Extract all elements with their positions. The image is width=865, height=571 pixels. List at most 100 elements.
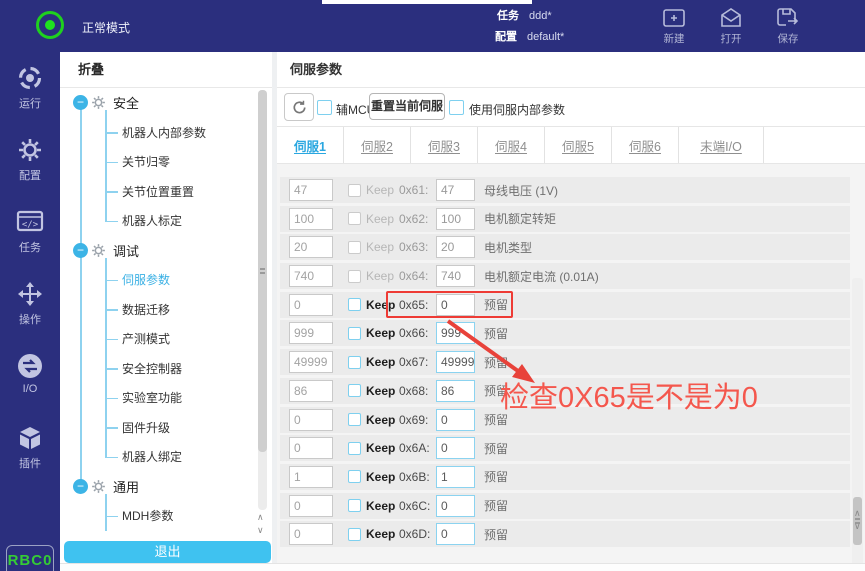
keep-checkbox[interactable]	[348, 356, 361, 369]
tree-item[interactable]: − 机器人内部参数	[60, 118, 272, 148]
tree-scroll-up-icon[interactable]: ∧	[257, 512, 264, 522]
param-edit-input[interactable]: 0	[289, 409, 333, 431]
tree-item[interactable]: − 通用	[60, 472, 272, 502]
keep-checkbox[interactable]	[348, 499, 361, 512]
open-button-label: 打开	[709, 31, 753, 46]
tree-item-label: 伺服参数	[122, 271, 170, 288]
servo-tab[interactable]: 伺服4	[478, 127, 545, 163]
new-button[interactable]: 新建	[652, 6, 696, 46]
param-edit-input[interactable]: 740	[289, 265, 333, 287]
tree-item[interactable]: − 数据迁移	[60, 295, 272, 325]
param-edit-input[interactable]: 0	[289, 495, 333, 517]
use-internal-params-checkbox[interactable]	[449, 100, 464, 115]
param-current-value-input[interactable]: 0	[436, 409, 475, 431]
param-row: 740 Keep 0x64: 740 电机额定电流 (0.01A)	[280, 263, 850, 289]
tree-item[interactable]: − 关节归零	[60, 147, 272, 177]
param-edit-input[interactable]: 0	[289, 437, 333, 459]
tree-item[interactable]: − 关节位置重置	[60, 177, 272, 207]
tree-item[interactable]: − 安全控制器	[60, 354, 272, 384]
sidebar-item-task[interactable]: </> 任务	[0, 209, 60, 251]
servo-tab-label: 伺服5	[562, 136, 594, 155]
keep-checkbox[interactable]	[348, 442, 361, 455]
param-current-value-input[interactable]: 0	[436, 523, 475, 545]
param-edit-input[interactable]: 20	[289, 236, 333, 258]
sidebar-item-config[interactable]: 配置	[0, 137, 60, 179]
servo-tab-label: 伺服4	[495, 136, 527, 155]
param-edit-input[interactable]: 999	[289, 322, 333, 344]
reset-current-servo-button[interactable]: 重置当前伺服	[369, 93, 445, 120]
collapse-minus-icon[interactable]: −	[73, 243, 88, 258]
tree-item[interactable]: − 固件升级	[60, 413, 272, 443]
tree-list: − 安全 −	[60, 88, 272, 531]
param-edit-input[interactable]: 49999	[289, 351, 333, 373]
keep-checkbox[interactable]	[348, 528, 361, 541]
collapse-minus-icon[interactable]: −	[73, 479, 88, 494]
tree-scrollbar-thumb[interactable]	[258, 90, 267, 452]
keep-checkbox[interactable]	[348, 270, 361, 283]
sidebar-item-label: 插件	[0, 455, 60, 471]
param-description: 预留	[484, 526, 508, 543]
servo-tab[interactable]: 伺服1	[277, 127, 344, 163]
keep-checkbox[interactable]	[348, 470, 361, 483]
param-current-value-input[interactable]: 740	[436, 265, 475, 287]
tree-header-collapse[interactable]: 折叠	[60, 52, 272, 88]
open-button[interactable]: 打开	[709, 6, 753, 46]
keep-checkbox[interactable]	[348, 212, 361, 225]
tree-item[interactable]: − MDH参数	[60, 501, 272, 531]
register-address-label: 0x62:	[399, 212, 436, 226]
tree-item[interactable]: − 机器人绑定	[60, 442, 272, 472]
keep-checkbox[interactable]	[348, 298, 361, 311]
param-edit-input[interactable]: 86	[289, 380, 333, 402]
param-edit-input[interactable]: 0	[289, 294, 333, 316]
param-current-value-input[interactable]: 47	[436, 179, 475, 201]
param-current-value-input[interactable]: 0	[436, 495, 475, 517]
tree-item[interactable]: − 伺服参数	[60, 265, 272, 295]
servo-tab[interactable]: 伺服2	[344, 127, 411, 163]
keep-label: Keep	[366, 183, 399, 197]
svg-text:</>: </>	[22, 220, 39, 230]
tree-item-label: 机器人标定	[122, 212, 182, 229]
tree-item[interactable]: − 调试	[60, 236, 272, 266]
param-current-value-input[interactable]: 20	[436, 236, 475, 258]
tree-item[interactable]: − 产测模式	[60, 324, 272, 354]
tree-item[interactable]: − 机器人标定	[60, 206, 272, 236]
main-scroll-up-icon[interactable]: ∧	[854, 508, 861, 518]
main-scroll-down-icon[interactable]: ∨	[854, 521, 861, 531]
keep-checkbox[interactable]	[348, 384, 361, 397]
servo-tab[interactable]: 伺服5	[545, 127, 612, 163]
exit-button[interactable]: 退出	[64, 541, 271, 563]
param-edit-input[interactable]: 100	[289, 208, 333, 230]
param-current-value-input[interactable]: 1	[436, 466, 475, 488]
keep-checkbox[interactable]	[348, 184, 361, 197]
servo-tab[interactable]: 伺服3	[411, 127, 478, 163]
keep-checkbox[interactable]	[348, 327, 361, 340]
register-address-label: 0x67:	[399, 355, 436, 369]
keep-checkbox[interactable]	[348, 241, 361, 254]
aux-mcu-checkbox[interactable]	[317, 100, 332, 115]
servo-tab[interactable]: 伺服6	[612, 127, 679, 163]
tree-scrollbar[interactable]	[258, 90, 267, 510]
sidebar-item-run[interactable]: 运行	[0, 65, 60, 107]
tree-scroll-down-icon[interactable]: ∨	[257, 525, 264, 535]
refresh-button[interactable]	[284, 93, 314, 121]
param-current-value-input[interactable]: 0	[436, 437, 475, 459]
sidebar-item-io[interactable]: I/O	[0, 353, 60, 395]
use-internal-params-label: 使用伺服内部参数	[469, 101, 565, 118]
param-edit-input[interactable]: 1	[289, 466, 333, 488]
servo-tab[interactable]: 末端I/O	[679, 127, 764, 163]
save-button[interactable]: 保存	[766, 6, 810, 46]
param-row: 1 Keep 0x6B: 1 预留	[280, 464, 850, 490]
collapse-minus-icon[interactable]: −	[73, 95, 88, 110]
mode-label: 正常模式	[82, 19, 130, 36]
param-edit-input[interactable]: 47	[289, 179, 333, 201]
keep-checkbox[interactable]	[348, 413, 361, 426]
param-edit-input[interactable]: 0	[289, 523, 333, 545]
tree-item[interactable]: − 安全	[60, 88, 272, 118]
sidebar-item-jog[interactable]: 操作	[0, 281, 60, 323]
param-description: 母线电压 (1V)	[484, 182, 558, 199]
sidebar-item-plugin[interactable]: 插件	[0, 425, 60, 467]
keep-label: Keep	[366, 355, 399, 369]
cube-icon	[0, 425, 60, 452]
param-current-value-input[interactable]: 100	[436, 208, 475, 230]
tree-item[interactable]: − 实验室功能	[60, 383, 272, 413]
